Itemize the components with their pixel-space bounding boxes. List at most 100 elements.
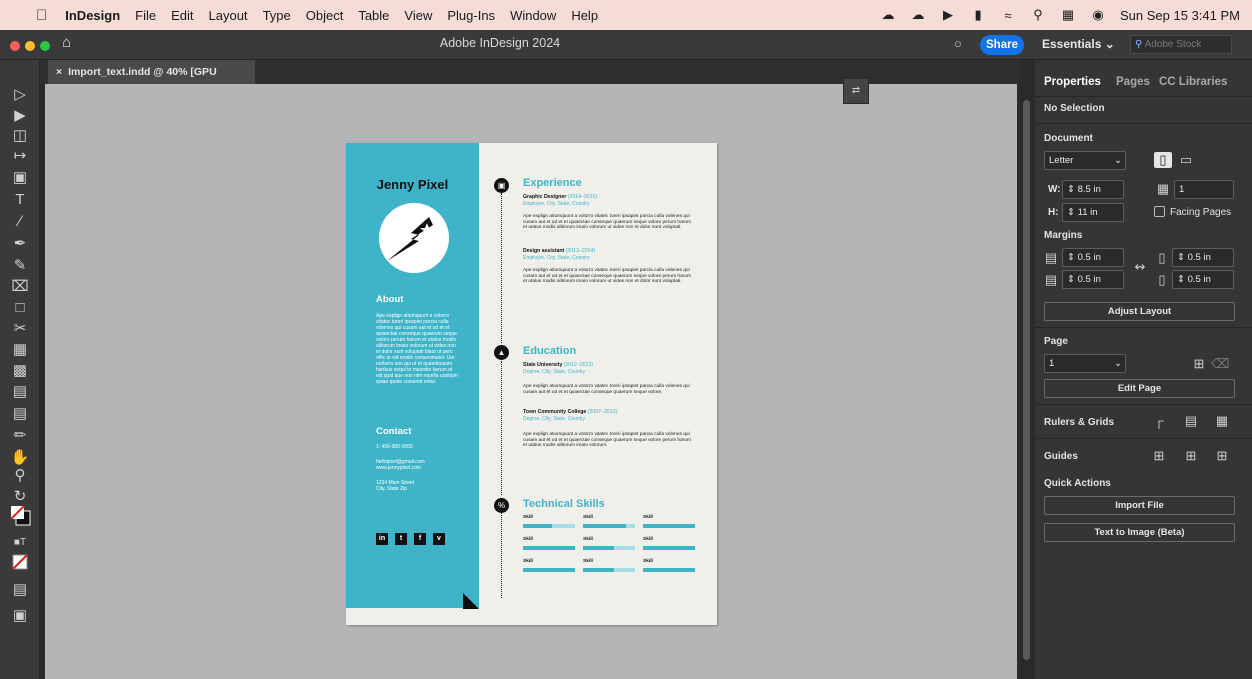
workspace-switcher[interactable]: Essentials ⌄ — [1042, 37, 1115, 51]
menu-plug-ins[interactable]: Plug-Ins — [447, 8, 495, 23]
close-tab-icon[interactable]: × — [56, 66, 62, 78]
smart-guides-icon[interactable]: ⊞ — [1213, 448, 1231, 464]
stepper-icon[interactable]: ⇕ — [1067, 252, 1075, 263]
play-icon[interactable]: ▶ — [940, 7, 956, 23]
fill-stroke-swatch-icon[interactable] — [10, 505, 32, 527]
formatting-affects-container-icon[interactable]: ■T — [10, 533, 30, 553]
page-count-field[interactable]: 1 — [1174, 180, 1234, 199]
tab-cc-libraries[interactable]: CC Libraries — [1159, 76, 1227, 88]
job-role: Graphic Designer (2014–2015) — [523, 194, 597, 200]
document-preset-select[interactable]: Letter ⌄ — [1044, 151, 1126, 170]
menu-file[interactable]: File — [135, 8, 156, 23]
margin-right-field[interactable]: ⇕ 0.5 in — [1172, 270, 1234, 289]
skill-level-fill — [523, 568, 575, 572]
siri-icon[interactable]: ◉ — [1090, 7, 1106, 23]
gradient-feather-tool-icon[interactable]: ▤ — [10, 382, 30, 402]
clock[interactable]: Sun Sep 15 3:41 PM — [1120, 8, 1240, 23]
menu-window[interactable]: Window — [510, 8, 556, 23]
page-tool-icon[interactable]: ◫ — [10, 126, 30, 146]
adjust-layout-button[interactable]: Adjust Layout — [1044, 302, 1235, 321]
type-tool-icon[interactable]: T — [10, 190, 30, 210]
tab-properties[interactable]: Properties — [1044, 76, 1101, 88]
menu-help[interactable]: Help — [571, 8, 598, 23]
margin-right-icon: ▯ — [1158, 272, 1166, 287]
control-center-icon[interactable]: ▦ — [1060, 7, 1076, 23]
free-transform-tool-icon[interactable]: ▦ — [10, 340, 30, 360]
pencil-tool-icon[interactable]: ✎ — [10, 256, 30, 276]
stepper-icon[interactable]: ⇕ — [1177, 274, 1185, 285]
collapsed-panel-icon[interactable]: ⇄ — [843, 78, 869, 104]
scissors-tool-icon[interactable]: ✂ — [10, 319, 30, 339]
portrait-orientation-icon[interactable]: ▯ — [1154, 152, 1172, 168]
lightbulb-icon[interactable]: ○ — [954, 36, 962, 51]
landscape-orientation-icon[interactable]: ▭ — [1177, 152, 1195, 168]
adobe-stock-search-field[interactable]: ⚲ Adobe Stock — [1130, 35, 1232, 54]
show-guides-icon[interactable]: ⊞ — [1150, 448, 1168, 464]
menu-object[interactable]: Object — [306, 8, 344, 23]
ruler-icon[interactable]: ┌ — [1150, 413, 1168, 429]
stepper-icon[interactable]: ⇕ — [1067, 274, 1075, 285]
apply-none-icon[interactable] — [10, 554, 30, 574]
width-field[interactable]: ⇕ 8.5 in — [1062, 180, 1124, 199]
note-tool-icon[interactable]: ▤ — [10, 404, 30, 424]
menu-table[interactable]: Table — [358, 8, 389, 23]
gradient-swatch-tool-icon[interactable]: ▩ — [10, 361, 30, 381]
swap-colors-icon[interactable]: ↻ — [10, 487, 30, 507]
facing-pages-checkbox[interactable] — [1154, 206, 1165, 217]
scrollbar-thumb[interactable] — [1023, 100, 1030, 660]
apple-menu-icon[interactable]:  — [36, 7, 47, 24]
lock-guides-icon[interactable]: ⊞ — [1182, 448, 1200, 464]
screen-mode-icon[interactable]: ▤ — [10, 580, 30, 600]
page-fold-corner — [463, 593, 479, 609]
creative-cloud-icon[interactable]: ☁ — [880, 7, 896, 23]
menu-type[interactable]: Type — [263, 8, 291, 23]
contact-title: Contact — [376, 426, 412, 437]
delete-page-icon[interactable]: ⌫ — [1211, 356, 1229, 372]
margin-top-field[interactable]: ⇕ 0.5 in — [1062, 248, 1124, 267]
page-select[interactable]: 1 ⌄ — [1044, 354, 1126, 373]
zoom-tool-icon[interactable]: ⚲ — [10, 466, 30, 486]
document-grid-icon[interactable]: ▦ — [1213, 413, 1231, 429]
wifi-icon[interactable]: ≈ — [1000, 7, 1016, 23]
normal-view-icon[interactable]: ▣ — [10, 606, 30, 626]
cloud-icon[interactable]: ☁ — [910, 7, 926, 23]
stepper-icon[interactable]: ⇕ — [1177, 252, 1185, 263]
menu-indesign[interactable]: InDesign — [65, 8, 120, 23]
line-tool-icon[interactable]: ∕ — [10, 212, 30, 232]
stepper-icon[interactable]: ⇕ — [1067, 184, 1075, 195]
hand-tool-icon[interactable]: ✋ — [10, 448, 30, 468]
pen-tool-icon[interactable]: ✒ — [10, 234, 30, 254]
margin-bottom-field[interactable]: ⇕ 0.5 in — [1062, 270, 1124, 289]
document-page[interactable]: Jenny Pixel About Ape explign atiumquunt… — [346, 143, 717, 625]
margin-left-icon: ▯ — [1158, 250, 1166, 265]
height-label: H: — [1048, 207, 1059, 218]
skill-label: Skill — [583, 537, 593, 542]
document-tab[interactable]: ×Import_text.indd @ 40% [GPU Preview] — [48, 60, 255, 102]
link-margins-icon[interactable]: ↭ — [1131, 259, 1149, 275]
menu-layout[interactable]: Layout — [209, 8, 248, 23]
import-file-button[interactable]: Import File — [1044, 496, 1235, 515]
about-title: About — [376, 294, 404, 305]
eyedropper-tool-icon[interactable]: ✏ — [10, 426, 30, 446]
gap-tool-icon[interactable]: ↦ — [10, 146, 30, 166]
text-to-image-button[interactable]: Text to Image (Beta) — [1044, 523, 1235, 542]
battery-icon[interactable]: ▮ — [970, 7, 986, 23]
about-text: Ape explign atiumquunt a volorro vitatec… — [376, 313, 458, 385]
search-icon[interactable]: ⚲ — [1030, 7, 1046, 23]
add-page-icon[interactable]: ⊞ — [1190, 356, 1208, 372]
rectangle-frame-tool-icon[interactable]: ⌧ — [10, 277, 30, 297]
height-field[interactable]: ⇕ 11 in — [1062, 203, 1124, 222]
selection-tool-icon[interactable]: ▷ — [10, 85, 30, 105]
rectangle-tool-icon[interactable]: □ — [10, 298, 30, 318]
edit-page-button[interactable]: Edit Page — [1044, 379, 1235, 398]
baseline-grid-icon[interactable]: ▤ — [1182, 413, 1200, 429]
direct-selection-tool-icon[interactable]: ▶ — [10, 106, 30, 126]
content-collector-icon[interactable]: ▣ — [10, 168, 30, 188]
stepper-icon[interactable]: ⇕ — [1067, 207, 1075, 218]
tab-pages[interactable]: Pages — [1116, 76, 1150, 88]
menu-edit[interactable]: Edit — [171, 8, 193, 23]
menu-view[interactable]: View — [404, 8, 432, 23]
share-button[interactable]: Share — [980, 35, 1024, 55]
margin-left-field[interactable]: ⇕ 0.5 in — [1172, 248, 1234, 267]
lightning-bolt-icon — [387, 217, 434, 261]
